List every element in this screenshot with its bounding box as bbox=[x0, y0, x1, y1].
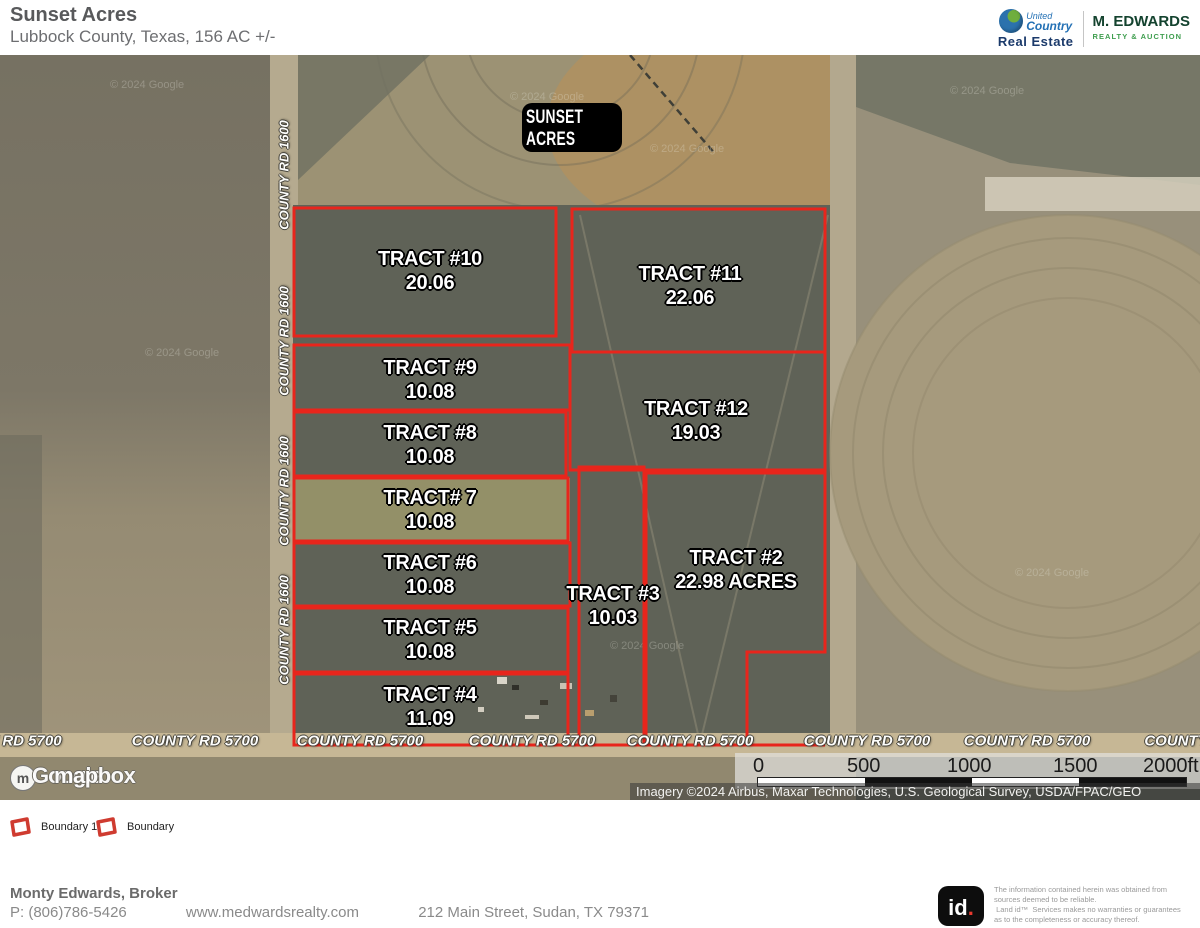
agency-tagline: REALTY & AUCTION bbox=[1093, 29, 1191, 44]
tract-5-label: TRACT #510.08 bbox=[383, 616, 476, 664]
road-label-county-rd-1600: COUNTY RD 1600 bbox=[277, 575, 292, 685]
road-label-county-rd-5700: COUNTY RD 5700 bbox=[627, 733, 753, 750]
road-label-county-rd-5700-clipped: COUNTY bbox=[1144, 733, 1200, 750]
tract-3-label: TRACT #310.03 bbox=[566, 582, 659, 630]
imagery-attribution: Imagery ©2024 Airbus, Maxar Technologies… bbox=[630, 783, 1200, 800]
scale-tick: 1000 bbox=[947, 755, 992, 778]
road-label-county-rd-1600: COUNTY RD 1600 bbox=[277, 120, 292, 230]
scale-tick: 0 bbox=[753, 755, 764, 778]
tract-8-label: TRACT #810.08 bbox=[383, 421, 476, 469]
road-label-county-rd-5700: COUNTY RD 5700 bbox=[804, 733, 930, 750]
contact-line: P: (806)786-5426 www.medwardsrealty.com … bbox=[10, 904, 649, 921]
legend-item-boundary: Boundary bbox=[94, 816, 174, 838]
united-country-logo: United Country Real Estate bbox=[998, 9, 1074, 49]
tract-2-label: TRACT #222.98 ACRES bbox=[675, 546, 797, 594]
road-label-county-rd-5700: COUNTY RD 5700 bbox=[297, 733, 423, 750]
tract-10-label: TRACT #1020.06 bbox=[378, 247, 482, 295]
scale-tick: 2000ft bbox=[1143, 755, 1199, 778]
map-provider-logos: m Google mapbox bbox=[10, 761, 160, 795]
road-label-county-rd-5700: COUNTY RD 5700 bbox=[469, 733, 595, 750]
broker-name: Monty Edwards, Broker bbox=[10, 885, 178, 902]
boundary-polygon-icon bbox=[94, 816, 118, 838]
tract-2-boundary[interactable] bbox=[646, 473, 825, 745]
tract-4-label: TRACT #411.09 bbox=[383, 683, 476, 731]
scale-tick: 1500 bbox=[1053, 755, 1098, 778]
page-subtitle: Lubbock County, Texas, 156 AC +/- bbox=[10, 27, 275, 47]
legend-item-boundary-1: Boundary 1 bbox=[8, 816, 97, 838]
m-edwards-logo: M. EDWARDS REALTY & AUCTION bbox=[1093, 14, 1191, 44]
mapbox-logo[interactable]: mapbox bbox=[54, 763, 135, 789]
legend-label: Boundary bbox=[127, 821, 174, 833]
tract-6-label: TRACT #610.08 bbox=[383, 551, 476, 599]
scale-tick: 500 bbox=[847, 755, 880, 778]
broker-address: 212 Main Street, Sudan, TX 79371 bbox=[418, 904, 649, 921]
legend: Boundary 1 Boundary bbox=[0, 800, 1200, 860]
uc-country-label: Country bbox=[1026, 21, 1072, 31]
road-label-county-rd-5700: COUNTY RD 5700 bbox=[964, 733, 1090, 750]
road-label-county-rd-1600: COUNTY RD 1600 bbox=[277, 436, 292, 546]
road-label-county-rd-5700-clipped: Y RD 5700 bbox=[0, 733, 62, 750]
page-title: Sunset Acres bbox=[10, 4, 137, 27]
brand-logos: United Country Real Estate M. EDWARDS RE… bbox=[998, 9, 1190, 49]
boundary-polygon-icon bbox=[8, 816, 32, 838]
legend-label: Boundary 1 bbox=[41, 821, 97, 833]
brand-divider bbox=[1083, 11, 1084, 47]
land-listing-page: Sunset Acres Lubbock County, Texas, 156 … bbox=[0, 0, 1200, 928]
header: Sunset Acres Lubbock County, Texas, 156 … bbox=[0, 0, 1200, 55]
agency-name: M. EDWARDS bbox=[1093, 14, 1191, 29]
tract-7-label: TRACT# 710.08 bbox=[383, 486, 476, 534]
footer: Monty Edwards, Broker P: (806)786-5426 w… bbox=[0, 860, 1200, 928]
broker-website-link[interactable]: www.medwardsrealty.com bbox=[186, 904, 359, 921]
tract-boundaries bbox=[0, 55, 1200, 800]
disclaimer-text: The information contained herein was obt… bbox=[994, 885, 1199, 925]
globe-icon bbox=[999, 9, 1023, 33]
broker-phone: P: (806)786-5426 bbox=[10, 904, 127, 921]
road-label-county-rd-1600: COUNTY RD 1600 bbox=[277, 286, 292, 396]
tract-12-label: TRACT #1219.03 bbox=[644, 397, 748, 445]
uc-real-estate-label: Real Estate bbox=[998, 34, 1074, 49]
tract-11-label: TRACT #1122.06 bbox=[639, 262, 742, 310]
tract-9-label: TRACT #910.08 bbox=[383, 356, 476, 404]
road-label-county-rd-5700: COUNTY RD 5700 bbox=[132, 733, 258, 750]
land-id-logo: id. bbox=[938, 886, 984, 926]
property-name-badge: SUNSET ACRES bbox=[522, 103, 622, 152]
map-canvas[interactable]: © 2024 Google © 2024 Google © 2024 Googl… bbox=[0, 55, 1200, 800]
